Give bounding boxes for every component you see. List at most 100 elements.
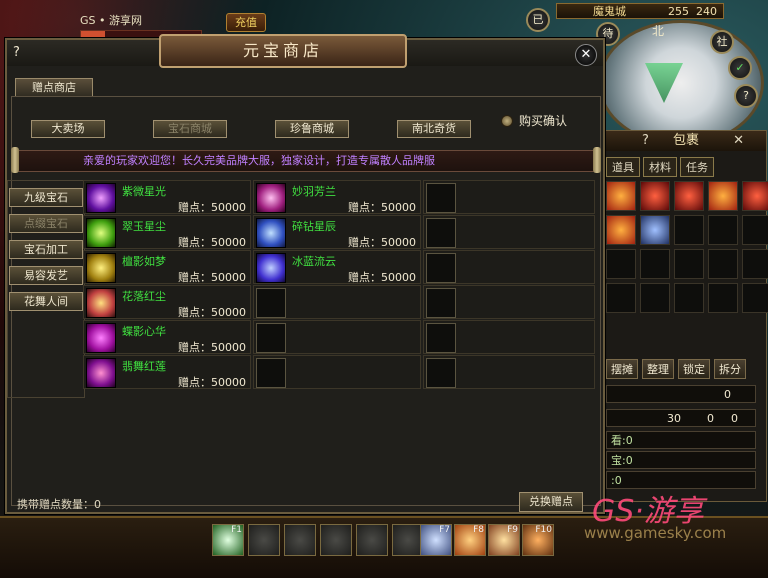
inventory-slot[interactable] bbox=[742, 215, 768, 245]
orchid-icon bbox=[256, 183, 286, 213]
empty-slot bbox=[256, 358, 286, 388]
subcat-gem-processing[interactable]: 宝石加工 bbox=[9, 240, 83, 259]
inventory-slot[interactable] bbox=[606, 215, 636, 245]
exchange-points-button[interactable]: 兑换赠点 bbox=[519, 492, 583, 512]
hotkey-label: F10 bbox=[535, 525, 552, 535]
inventory-slot[interactable] bbox=[674, 215, 704, 245]
shop-item[interactable]: 花落红尘 赠点：50000 bbox=[83, 285, 251, 319]
subcat-flower-dance[interactable]: 花舞人间 bbox=[9, 292, 83, 311]
shop-item-empty[interactable] bbox=[423, 250, 595, 284]
shop-item[interactable]: 檀影如梦 赠点：50000 bbox=[83, 250, 251, 284]
recharge-button[interactable]: 充值 bbox=[226, 13, 266, 32]
skill-slot[interactable]: F9 bbox=[488, 524, 520, 556]
item-price: 赠点：50000 bbox=[178, 341, 246, 354]
inventory-help-button[interactable]: ? bbox=[642, 131, 649, 151]
inventory-slot[interactable] bbox=[742, 283, 768, 313]
category-exotic-goods[interactable]: 南北奇货 bbox=[397, 120, 471, 138]
purchase-confirm-label: 购买确认 bbox=[519, 114, 568, 128]
subcat-ornament-gems[interactable]: 点缀宝石 bbox=[9, 214, 83, 233]
shop-item[interactable]: 翡舞红莲 赠点：50000 bbox=[83, 355, 251, 389]
red-lotus-icon bbox=[86, 358, 116, 388]
inventory-slot[interactable] bbox=[674, 283, 704, 313]
subcat-level9-gems[interactable]: 九级宝石 bbox=[9, 188, 83, 207]
check-icon[interactable]: ✓ bbox=[728, 56, 752, 80]
shop-item-empty[interactable] bbox=[253, 320, 421, 354]
inventory-title-bar: ? 包裹 ✕ bbox=[606, 131, 766, 151]
split-button[interactable]: 拆分 bbox=[714, 359, 746, 379]
shop-item[interactable]: 冰蓝流云 赠点：50000 bbox=[253, 250, 421, 284]
shop-item[interactable]: 翠玉星尘 赠点：50000 bbox=[83, 215, 251, 249]
tab-quests[interactable]: 任务 bbox=[680, 157, 714, 177]
shop-item-empty[interactable] bbox=[423, 215, 595, 249]
item-name: 冰蓝流云 bbox=[292, 255, 336, 268]
inventory-slot[interactable] bbox=[742, 249, 768, 279]
map-name-bar: 魔鬼城 255 240 bbox=[556, 3, 724, 19]
butterfly-icon bbox=[86, 323, 116, 353]
lock-button[interactable]: 锁定 bbox=[678, 359, 710, 379]
shop-item-empty[interactable] bbox=[423, 180, 595, 214]
inventory-buttons: 摆摊 整理 锁定 拆分 bbox=[606, 359, 746, 379]
shop-item-empty[interactable] bbox=[253, 285, 421, 319]
scroll-end-icon bbox=[593, 147, 601, 173]
item-name: 蝶影心华 bbox=[122, 325, 166, 338]
inventory-slot[interactable] bbox=[708, 181, 738, 211]
skill-slot[interactable] bbox=[320, 524, 352, 556]
purchase-confirm-toggle[interactable]: 购买确认 bbox=[501, 112, 567, 129]
inventory-slot[interactable] bbox=[674, 249, 704, 279]
category-gem-shop[interactable]: 宝石商城 bbox=[153, 120, 227, 138]
shop-item[interactable]: 蝶影心华 赠点：50000 bbox=[83, 320, 251, 354]
inventory-slot[interactable] bbox=[640, 283, 670, 313]
shop-item-empty[interactable] bbox=[423, 285, 595, 319]
tab-gift-points-shop[interactable]: 赠点商店 bbox=[15, 78, 93, 97]
social-button[interactable]: 社 bbox=[710, 30, 734, 54]
inventory-slot[interactable] bbox=[606, 283, 636, 313]
shop-item[interactable]: 碎钻星辰 赠点：50000 bbox=[253, 215, 421, 249]
skill-slot[interactable] bbox=[284, 524, 316, 556]
shop-close-button[interactable]: ✕ bbox=[575, 44, 597, 66]
gold-shop-window: ? 元宝商店 ✕ 赠点商店 大卖场 宝石商城 珍鲁商城 南北奇货 购买确认 亲爱… bbox=[5, 34, 605, 514]
inventory-slot[interactable] bbox=[640, 181, 670, 211]
category-grand-market[interactable]: 大卖场 bbox=[31, 120, 105, 138]
tab-items[interactable]: 道具 bbox=[606, 157, 640, 177]
tab-materials[interactable]: 材料 bbox=[643, 157, 677, 177]
skill-slot[interactable] bbox=[248, 524, 280, 556]
inventory-slot[interactable] bbox=[640, 249, 670, 279]
item-price: 赠点：50000 bbox=[178, 201, 246, 214]
shop-item[interactable]: 紫微星光 赠点：50000 bbox=[83, 180, 251, 214]
shop-help-button[interactable]: ? bbox=[13, 45, 20, 60]
inventory-slot[interactable] bbox=[674, 181, 704, 211]
stall-button[interactable]: 摆摊 bbox=[606, 359, 638, 379]
subcategory-panel bbox=[7, 180, 85, 398]
shop-item-empty[interactable] bbox=[423, 320, 595, 354]
shop-item-empty[interactable] bbox=[253, 355, 421, 389]
skill-slot[interactable]: F1 bbox=[212, 524, 244, 556]
stat-row-treasure: 宝:0 bbox=[606, 451, 756, 469]
shop-item[interactable]: 妙羽芳兰 赠点：50000 bbox=[253, 180, 421, 214]
item-name: 翠玉星尘 bbox=[122, 220, 166, 233]
inventory-slot[interactable] bbox=[742, 181, 768, 211]
inventory-grid bbox=[606, 181, 768, 313]
inventory-slot[interactable] bbox=[606, 249, 636, 279]
badge-button[interactable]: 已 bbox=[526, 8, 550, 32]
inventory-slot[interactable] bbox=[708, 283, 738, 313]
radio-icon[interactable] bbox=[501, 114, 513, 127]
site-name: GS • 游享网 bbox=[80, 14, 142, 27]
shop-item-empty[interactable] bbox=[423, 355, 595, 389]
inventory-slot[interactable] bbox=[708, 249, 738, 279]
help-icon[interactable]: ? bbox=[734, 84, 758, 108]
skill-slot[interactable] bbox=[356, 524, 388, 556]
skill-slot[interactable]: F8 bbox=[454, 524, 486, 556]
minimap[interactable] bbox=[598, 20, 764, 146]
skill-slot[interactable]: F7 bbox=[420, 524, 452, 556]
inventory-close-button[interactable]: ✕ bbox=[733, 131, 744, 151]
empty-slot bbox=[426, 358, 456, 388]
inventory-slot[interactable] bbox=[606, 181, 636, 211]
subcat-appearance[interactable]: 易容发艺 bbox=[9, 266, 83, 285]
skill-slot[interactable]: F10 bbox=[522, 524, 554, 556]
scroll-end-icon bbox=[11, 147, 19, 173]
inventory-slot[interactable] bbox=[640, 215, 670, 245]
category-treasure-shop[interactable]: 珍鲁商城 bbox=[275, 120, 349, 138]
inventory-slot[interactable] bbox=[708, 215, 738, 245]
sort-button[interactable]: 整理 bbox=[642, 359, 674, 379]
inventory-title: 包裹 bbox=[672, 133, 699, 148]
